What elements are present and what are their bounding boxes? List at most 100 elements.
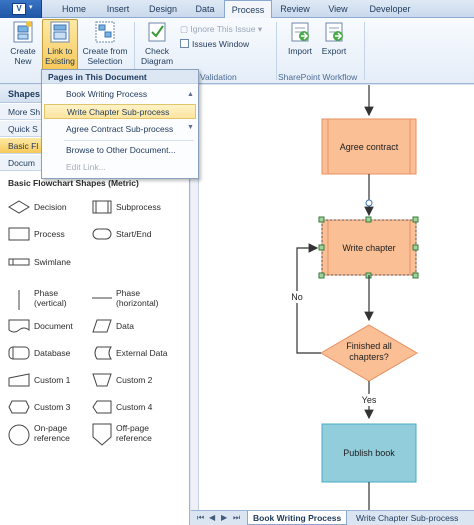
- shape-decision[interactable]: Decision: [8, 200, 93, 220]
- parallelogram-icon: [92, 319, 112, 333]
- create-from-selection-label: Create from Selection: [82, 46, 128, 66]
- circle-icon: [8, 424, 30, 446]
- shape-external-data[interactable]: External Data: [92, 346, 187, 366]
- shape-custom-1[interactable]: Custom 1: [8, 373, 93, 393]
- finished-decision-shape[interactable]: Finished all chapters?: [320, 324, 418, 382]
- phase-horizontal-icon: [92, 297, 112, 299]
- shape-label: Subprocess: [116, 202, 161, 212]
- menu-header: Pages in This Document: [42, 70, 198, 84]
- shape-off-page-reference[interactable]: Off-page reference: [92, 423, 187, 447]
- sheet-tab-book-writing-process[interactable]: Book Writing Process: [247, 511, 348, 525]
- publish-book-label: Publish book: [343, 448, 395, 458]
- tab-data[interactable]: Data: [186, 0, 224, 18]
- selection-handle[interactable]: [365, 199, 373, 207]
- tab-developer[interactable]: Developer: [358, 0, 422, 18]
- file-menu-button[interactable]: V ▾: [0, 0, 42, 18]
- custom2-icon: [92, 373, 112, 387]
- write-chapter-shape[interactable]: Write chapter: [321, 219, 417, 276]
- shape-label: Phase (vertical): [34, 288, 67, 308]
- no-label: No: [291, 292, 303, 302]
- drawing-canvas[interactable]: Agree contract Write chapter Finished al…: [191, 85, 474, 510]
- sheet-tab-bar: ⏮ ◀ ▶ ⏭ Book Writing Process Write Chapt…: [191, 510, 474, 525]
- tab-process[interactable]: Process: [224, 0, 272, 19]
- custom3-icon: [8, 400, 30, 414]
- check-diagram-label: Check Diagram: [140, 46, 174, 66]
- ignore-issue-label: Ignore This Issue: [190, 24, 256, 34]
- tab-view[interactable]: View: [318, 0, 358, 18]
- menu-item-agree-contract-sub-process[interactable]: Agree Contract Sub-process: [44, 122, 196, 137]
- selection-handle[interactable]: [318, 272, 325, 279]
- shape-phase-vertical[interactable]: Phase (vertical): [8, 288, 93, 310]
- menu-item-browse-other-document[interactable]: Browse to Other Document...: [44, 143, 196, 158]
- import-label: Import: [287, 46, 313, 56]
- ribbon-separator: [276, 22, 277, 80]
- new-subprocess-icon: [13, 21, 33, 43]
- export-icon: [325, 22, 343, 42]
- scroll-up-icon[interactable]: ▲: [187, 90, 196, 99]
- link-subprocess-icon: [50, 21, 70, 43]
- custom4-icon: [92, 400, 112, 414]
- checkbox-icon: [180, 39, 189, 48]
- tab-review[interactable]: Review: [272, 0, 318, 18]
- next-page-icon[interactable]: ▶: [221, 513, 227, 522]
- shape-process[interactable]: Process: [8, 227, 93, 247]
- sheet-tab-write-chapter-sub-process[interactable]: Write Chapter Sub-process: [351, 511, 463, 525]
- menu-item-edit-link[interactable]: Edit Link...: [44, 160, 196, 175]
- shape-document[interactable]: Document: [8, 319, 93, 339]
- menu-scroll-control[interactable]: ▲ ▼: [187, 90, 196, 136]
- yes-label: Yes: [362, 395, 377, 405]
- menu-item-book-writing-process[interactable]: Book Writing Process: [44, 87, 196, 102]
- shape-start-end[interactable]: Start/End: [92, 227, 187, 247]
- publish-book-shape[interactable]: Publish book: [321, 423, 417, 483]
- link-to-existing-menu: Pages in This Document Book Writing Proc…: [41, 69, 199, 179]
- selection-handle[interactable]: [412, 216, 419, 223]
- tab-design[interactable]: Design: [140, 0, 186, 18]
- last-page-icon[interactable]: ⏭: [233, 513, 240, 523]
- selection-handle[interactable]: [318, 244, 325, 251]
- shape-phase-horizontal[interactable]: Phase (horizontal): [92, 288, 187, 308]
- selection-handle[interactable]: [318, 216, 325, 223]
- chevron-down-icon: ▾: [255, 24, 263, 34]
- create-from-selection-button[interactable]: Create from Selection: [80, 20, 130, 70]
- tab-insert[interactable]: Insert: [96, 0, 140, 18]
- issues-window-checkbox[interactable]: Issues Window: [180, 38, 249, 50]
- shape-data[interactable]: Data: [92, 319, 187, 339]
- selection-handle[interactable]: [365, 216, 372, 223]
- tab-home[interactable]: Home: [52, 0, 96, 18]
- prev-page-icon[interactable]: ◀: [209, 513, 215, 522]
- swimlane-icon: [8, 258, 30, 266]
- ribbon-separator: [364, 22, 365, 80]
- rectangle-icon: [8, 227, 30, 241]
- shape-custom-2[interactable]: Custom 2: [92, 373, 187, 393]
- selection-handle[interactable]: [412, 244, 419, 251]
- shape-label: Swimlane: [34, 257, 71, 267]
- check-diagram-icon: [148, 22, 166, 42]
- custom1-icon: [8, 373, 30, 387]
- shape-subprocess[interactable]: Subprocess: [92, 200, 187, 220]
- selection-handle[interactable]: [412, 272, 419, 279]
- pentagon-icon: [92, 423, 112, 446]
- subprocess-icon: [92, 200, 112, 214]
- shape-database[interactable]: Database: [8, 346, 93, 366]
- export-button[interactable]: Export: [318, 20, 350, 70]
- first-page-icon[interactable]: ⏮: [197, 513, 204, 523]
- shape-on-page-reference[interactable]: On-page reference: [8, 423, 93, 447]
- shape-label: Phase (horizontal): [116, 288, 159, 308]
- ignore-issue-icon: ▢: [180, 24, 191, 34]
- shape-custom-3[interactable]: Custom 3: [8, 400, 93, 420]
- ignore-this-issue-button[interactable]: ▢ Ignore This Issue ▾: [180, 23, 262, 35]
- chevron-down-icon: ▾: [29, 4, 33, 11]
- menu-separator: [64, 140, 194, 141]
- stencil-title: Basic Flowchart Shapes (Metric): [8, 178, 139, 188]
- agree-contract-shape[interactable]: Agree contract: [321, 118, 417, 175]
- shape-custom-4[interactable]: Custom 4: [92, 400, 187, 420]
- link-to-existing-button[interactable]: Link to Existing: [42, 19, 78, 71]
- menu-item-write-chapter-sub-process[interactable]: Write Chapter Sub-process: [44, 104, 196, 119]
- import-button[interactable]: Import: [284, 20, 316, 70]
- scroll-down-icon[interactable]: ▼: [187, 123, 196, 132]
- selection-subprocess-icon: [95, 21, 115, 43]
- create-new-button[interactable]: Create New: [4, 20, 42, 70]
- check-diagram-button[interactable]: Check Diagram: [136, 20, 178, 70]
- shape-swimlane[interactable]: Swimlane: [8, 255, 93, 275]
- shape-label: Database: [34, 348, 71, 358]
